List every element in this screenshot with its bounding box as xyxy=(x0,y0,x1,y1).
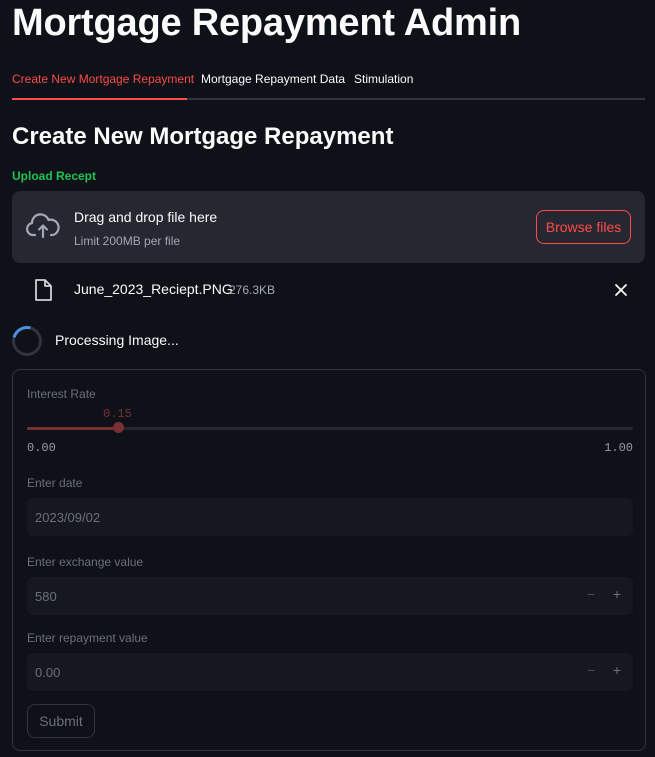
slider-value: 0.15 xyxy=(103,407,132,421)
file-size: 276.3KB xyxy=(229,283,276,297)
loading-spinner-icon xyxy=(6,320,48,362)
dropzone-limit: Limit 200MB per file xyxy=(74,234,181,248)
repayment-increment-button[interactable]: + xyxy=(613,662,621,678)
tab-bar: Create New Mortgage Repayment Mortgage R… xyxy=(12,62,645,100)
exchange-decrement-button[interactable]: − xyxy=(587,586,595,602)
date-value: 2023/09/02 xyxy=(35,510,101,525)
upload-label: Upload Recept xyxy=(12,169,97,183)
repayment-label: Enter repayment value xyxy=(27,631,148,645)
slider-fill xyxy=(27,427,118,430)
repayment-input[interactable]: 0.00 − + xyxy=(27,653,633,691)
file-icon xyxy=(35,279,52,301)
file-name: June_2023_Reciept.PNG xyxy=(74,281,233,297)
slider-thumb[interactable] xyxy=(112,422,124,433)
interest-rate-label: Interest Rate xyxy=(27,387,96,401)
exchange-value: 580 xyxy=(35,589,57,604)
date-input[interactable]: 2023/09/02 xyxy=(27,498,633,536)
dropzone-title: Drag and drop file here xyxy=(74,209,218,225)
exchange-increment-button[interactable]: + xyxy=(613,586,621,602)
section-title: Create New Mortgage Repayment xyxy=(12,123,394,150)
repayment-decrement-button[interactable]: − xyxy=(587,662,595,678)
page-title: Mortgage Repayment Admin xyxy=(12,2,521,44)
active-tab-indicator xyxy=(12,98,187,100)
slider-min: 0.00 xyxy=(27,441,56,455)
cloud-upload-icon xyxy=(26,213,60,239)
browse-files-button[interactable]: Browse files xyxy=(536,210,631,244)
slider-max: 1.00 xyxy=(604,441,633,455)
exchange-input[interactable]: 580 − + xyxy=(27,577,633,615)
close-icon[interactable] xyxy=(614,283,628,297)
exchange-label: Enter exchange value xyxy=(27,555,144,569)
repayment-value: 0.00 xyxy=(35,665,61,680)
uploaded-file-row: June_2023_Reciept.PNG 276.3KB xyxy=(12,275,645,305)
date-label: Enter date xyxy=(27,476,83,490)
tab-create-new[interactable]: Create New Mortgage Repayment xyxy=(12,72,194,86)
tab-stimulation[interactable]: Stimulation xyxy=(354,72,413,86)
processing-status: Processing Image... xyxy=(55,332,179,348)
file-dropzone[interactable]: Drag and drop file here Limit 200MB per … xyxy=(12,191,645,263)
submit-button[interactable]: Submit xyxy=(27,704,95,738)
tab-repayment-data[interactable]: Mortgage Repayment Data xyxy=(201,72,345,86)
repayment-form: Interest Rate 0.15 0.00 1.00 Enter date … xyxy=(12,369,646,751)
